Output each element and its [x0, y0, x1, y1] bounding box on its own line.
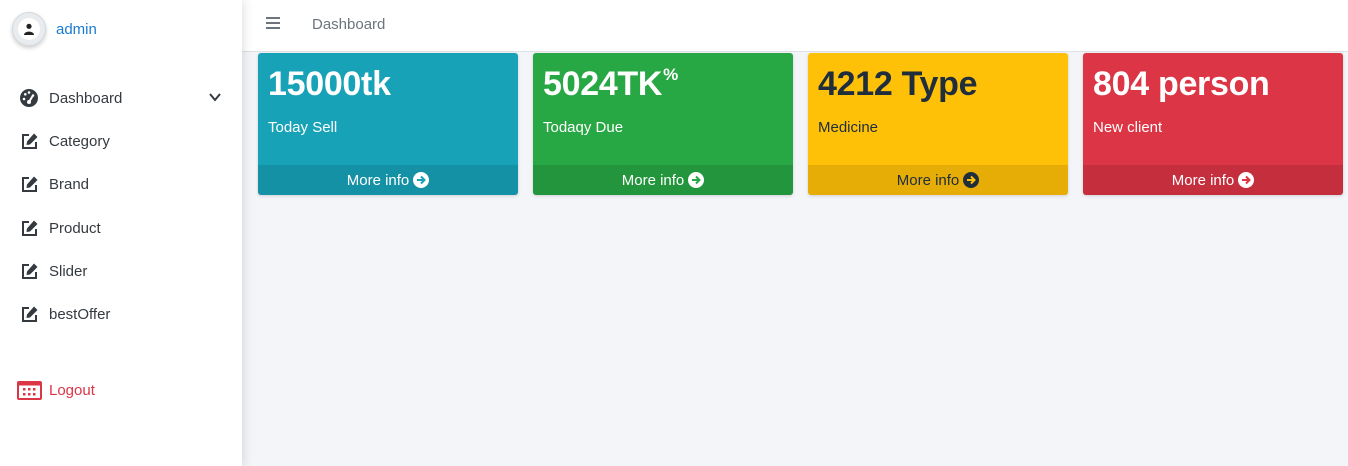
- calendar-icon: [16, 379, 42, 401]
- logout-link[interactable]: Logout: [16, 375, 226, 405]
- card-value: 804 person: [1093, 65, 1270, 103]
- sidebar: admin Dashboard Category Brand Product S…: [0, 0, 242, 466]
- edit-icon: [18, 130, 40, 152]
- edit-icon: [18, 260, 40, 282]
- more-info-label: More info: [896, 171, 960, 189]
- user-icon: [24, 23, 34, 35]
- edit-icon: [18, 217, 40, 239]
- sidebar-item-category[interactable]: Category: [18, 126, 228, 156]
- dashboard-gauge-icon: [18, 87, 40, 109]
- card-value: 5024TK%: [543, 65, 678, 103]
- top-navbar: Dashboard: [242, 0, 1348, 52]
- logout-label: Logout: [49, 381, 95, 399]
- edit-icon: [18, 303, 40, 325]
- more-info-button[interactable]: More info: [258, 165, 518, 195]
- hamburger-menu-icon[interactable]: [266, 17, 280, 29]
- arrow-circle-right-icon: [688, 172, 705, 188]
- arrow-circle-right-icon: [413, 172, 430, 188]
- card-value: 4212 Type: [818, 65, 978, 103]
- sidebar-item-label: Category: [49, 132, 110, 150]
- sidebar-item-label: Product: [49, 219, 101, 237]
- card-label: Today Sell: [268, 119, 338, 136]
- more-info-button[interactable]: More info: [1083, 165, 1343, 195]
- card-label: Medicine: [818, 119, 879, 136]
- sidebar-item-dashboard[interactable]: Dashboard: [18, 83, 228, 113]
- card-today-due: 5024TK% Todaqy Due More info: [533, 53, 793, 195]
- chevron-down-icon[interactable]: [208, 90, 222, 108]
- sidebar-item-slider[interactable]: Slider: [18, 256, 228, 286]
- card-medicine: 4212 Type Medicine More info: [808, 53, 1068, 195]
- arrow-circle-right-icon: [963, 172, 980, 188]
- sidebar-item-brand[interactable]: Brand: [18, 169, 228, 199]
- more-info-button[interactable]: More info: [533, 165, 793, 195]
- more-info-label: More info: [346, 171, 410, 189]
- breadcrumb-dashboard[interactable]: Dashboard: [312, 16, 385, 33]
- sidebar-item-label: bestOffer: [49, 305, 111, 323]
- card-label: New client: [1093, 119, 1163, 136]
- sidebar-item-label: Dashboard: [49, 89, 123, 107]
- more-info-label: More info: [621, 171, 685, 189]
- edit-icon: [18, 173, 40, 195]
- user-panel: admin: [12, 12, 97, 46]
- sidebar-item-product[interactable]: Product: [18, 213, 228, 243]
- sidebar-item-label: Slider: [49, 262, 88, 280]
- card-new-client: 804 person New client More info: [1083, 53, 1343, 195]
- more-info-label: More info: [1171, 171, 1235, 189]
- card-label: Todaqy Due: [543, 119, 624, 136]
- sidebar-item-bestoffer[interactable]: bestOffer: [18, 299, 228, 329]
- more-info-button[interactable]: More info: [808, 165, 1068, 195]
- card-today-sell: 15000tk Today Sell More info: [258, 53, 518, 195]
- avatar[interactable]: [12, 12, 46, 46]
- card-value-sup: %: [663, 65, 678, 84]
- sidebar-item-label: Brand: [49, 175, 90, 193]
- arrow-circle-right-icon: [1238, 172, 1255, 188]
- card-value: 15000tk: [268, 65, 391, 103]
- user-name-link[interactable]: admin: [56, 21, 97, 38]
